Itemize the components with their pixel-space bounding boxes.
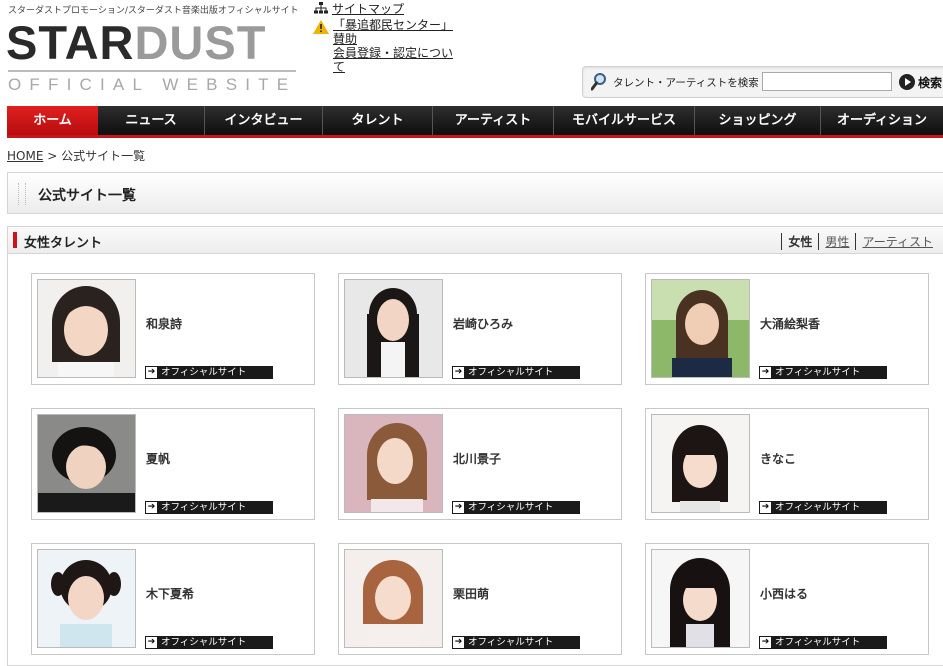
notice-link-boutsui[interactable]: 「暴追都民センター」賛助 [333, 18, 459, 46]
official-site-label: オフィシャルサイト [161, 502, 247, 513]
talent-photo[interactable] [651, 279, 750, 378]
talent-name[interactable]: 大涌絵梨香 [760, 315, 820, 332]
category-filters: 女性 男性 アーティスト [781, 233, 939, 250]
logo-dust-text: DUST [134, 16, 267, 69]
nav-home[interactable]: ホーム [7, 106, 98, 135]
talent-photo[interactable] [37, 279, 136, 378]
official-site-button[interactable]: ➔ オフィシャルサイト [452, 636, 580, 649]
section-title: 女性タレント [24, 236, 103, 251]
sitemap-icon [314, 2, 328, 14]
official-site-button[interactable]: ➔ オフィシャルサイト [759, 366, 887, 379]
logo-star-text: STAR [6, 16, 135, 69]
notice-link-member[interactable]: 会員登録・認定について [333, 46, 459, 74]
official-site-button[interactable]: ➔ オフィシャルサイト [145, 366, 273, 379]
talent-name[interactable]: 栗田萌 [453, 585, 489, 602]
global-nav: ホーム ニュース インタビュー タレント アーティスト モバイルサービス ショッ… [7, 106, 943, 138]
breadcrumb-home[interactable]: HOME [7, 149, 43, 163]
talent-card[interactable]: 木下夏希 ➔ オフィシャルサイト [31, 543, 315, 655]
nav-artist[interactable]: アーティスト [433, 106, 554, 135]
arrow-right-icon: ➔ [453, 637, 464, 648]
official-site-label: オフィシャルサイト [775, 367, 861, 378]
talent-name[interactable]: 夏帆 [146, 450, 170, 467]
breadcrumb-separator: > [43, 149, 62, 163]
section-accent-bar [13, 232, 17, 248]
arrow-right-icon: ➔ [453, 502, 464, 513]
sitemap-link-wrap: サイトマップ [314, 0, 404, 17]
official-site-button[interactable]: ➔ オフィシャルサイト [759, 636, 887, 649]
nav-talent[interactable]: タレント [323, 106, 433, 135]
breadcrumb-current: 公式サイト一覧 [61, 149, 146, 163]
talent-photo[interactable] [651, 414, 750, 513]
talent-card[interactable]: 小西はる ➔ オフィシャルサイト [645, 543, 929, 655]
search-label: タレント・アーティストを検索 [613, 77, 759, 89]
official-site-button[interactable]: ➔ オフィシャルサイト [452, 366, 580, 379]
talent-photo[interactable] [344, 279, 443, 378]
magnifier-icon [591, 73, 606, 91]
official-site-label: オフィシャルサイト [468, 502, 554, 513]
official-site-label: オフィシャルサイト [468, 637, 554, 648]
official-site-label: オフィシャルサイト [161, 637, 247, 648]
official-site-label: オフィシャルサイト [775, 637, 861, 648]
breadcrumb: HOME > 公式サイト一覧 [7, 147, 145, 164]
arrow-right-icon: ➔ [146, 367, 157, 378]
nav-audition[interactable]: オーディション [821, 106, 943, 135]
nav-interview[interactable]: インタビュー [205, 106, 323, 135]
talent-photo[interactable] [344, 414, 443, 513]
official-site-button[interactable]: ➔ オフィシャルサイト [759, 501, 887, 514]
arrow-right-icon: ➔ [760, 367, 771, 378]
nav-mobile-service[interactable]: モバイルサービス [554, 106, 695, 135]
nav-shopping[interactable]: ショッピング [695, 106, 821, 135]
talent-card[interactable]: 岩崎ひろみ ➔ オフィシャルサイト [338, 273, 622, 385]
talent-name[interactable]: 北川景子 [453, 450, 501, 467]
official-site-label: オフィシャルサイト [161, 367, 247, 378]
talent-card[interactable]: きなこ ➔ オフィシャルサイト [645, 408, 929, 520]
warning-icon [313, 20, 329, 34]
section-header: 女性タレント 女性 男性 アーティスト [8, 227, 943, 254]
arrow-right-icon: ➔ [146, 502, 157, 513]
search-button-label: 検索 [918, 76, 943, 90]
talent-card[interactable]: 北川景子 ➔ オフィシャルサイト [338, 408, 622, 520]
logo-subtitle: OFFICIAL WEBSITE [8, 75, 297, 94]
play-arrow-icon [899, 74, 915, 90]
talent-card[interactable]: 大涌絵梨香 ➔ オフィシャルサイト [645, 273, 929, 385]
site-tagline: スターダストプロモーション/スターダスト音楽出版オフィシャルサイト [8, 6, 299, 16]
talent-name[interactable]: 和泉詩 [146, 315, 182, 332]
search-button[interactable]: 検索 [897, 72, 943, 92]
talent-name[interactable]: 小西はる [760, 585, 808, 602]
talent-photo[interactable] [37, 414, 136, 513]
arrow-right-icon: ➔ [146, 637, 157, 648]
search-input[interactable] [762, 72, 892, 91]
filter-male[interactable]: 男性 [818, 233, 855, 250]
logo-divider [8, 70, 296, 72]
talent-name[interactable]: きなこ [760, 450, 796, 467]
official-site-button[interactable]: ➔ オフィシャルサイト [452, 501, 580, 514]
filter-artist[interactable]: アーティスト [855, 233, 939, 250]
official-site-label: オフィシャルサイト [775, 502, 861, 513]
arrow-right-icon: ➔ [453, 367, 464, 378]
stardust-logo[interactable]: STARDUST OFFICIAL WEBSITE [6, 18, 298, 98]
title-grip-decoration [18, 183, 26, 205]
talent-photo[interactable] [651, 549, 750, 648]
talent-card[interactable]: 和泉詩 ➔ オフィシャルサイト [31, 273, 315, 385]
arrow-right-icon: ➔ [760, 502, 771, 513]
search-box: タレント・アーティストを検索 検索 [582, 66, 943, 98]
talent-photo[interactable] [344, 549, 443, 648]
official-site-button[interactable]: ➔ オフィシャルサイト [145, 501, 273, 514]
filter-female[interactable]: 女性 [781, 233, 818, 250]
nav-news[interactable]: ニュース [98, 106, 205, 135]
talent-name[interactable]: 岩崎ひろみ [453, 315, 513, 332]
official-site-button[interactable]: ➔ オフィシャルサイト [145, 636, 273, 649]
sitemap-link[interactable]: サイトマップ [332, 2, 404, 16]
talent-photo[interactable] [37, 549, 136, 648]
talent-name[interactable]: 木下夏希 [146, 585, 194, 602]
talent-card[interactable]: 夏帆 ➔ オフィシャルサイト [31, 408, 315, 520]
talent-card[interactable]: 栗田萌 ➔ オフィシャルサイト [338, 543, 622, 655]
page-title-bar: 公式サイト一覧 [7, 172, 943, 214]
page-title: 公式サイト一覧 [38, 188, 136, 204]
official-site-label: オフィシャルサイト [468, 367, 554, 378]
arrow-right-icon: ➔ [760, 637, 771, 648]
